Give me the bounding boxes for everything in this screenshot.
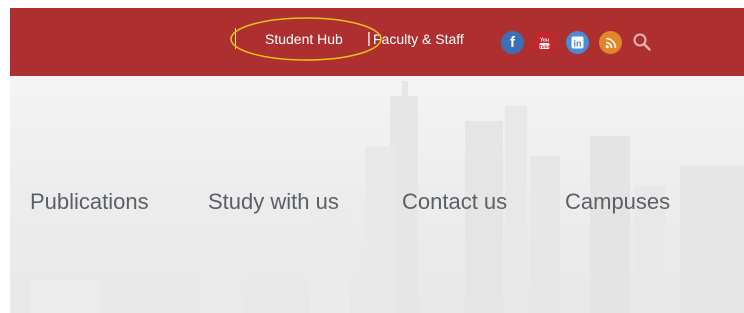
nav-contact-us[interactable]: Contact us xyxy=(402,189,507,215)
search-icon[interactable] xyxy=(631,31,653,53)
svg-text:You: You xyxy=(540,37,549,43)
facebook-icon[interactable]: f xyxy=(501,31,524,54)
svg-text:Tube: Tube xyxy=(539,44,550,49)
nav-study-with-us[interactable]: Study with us xyxy=(208,189,339,215)
faculty-staff-link[interactable]: Faculty & Staff xyxy=(373,31,464,47)
youtube-icon[interactable]: You Tube xyxy=(533,31,556,54)
utility-bar: Student Hub | Faculty & Staff f You Tube… xyxy=(10,8,744,76)
rss-icon[interactable] xyxy=(599,31,622,54)
text-cursor xyxy=(235,28,236,49)
student-hub-link[interactable]: Student Hub xyxy=(265,31,343,47)
svg-text:in: in xyxy=(574,39,582,49)
link-separator: | xyxy=(367,30,371,47)
linkedin-icon[interactable]: in xyxy=(566,31,589,54)
page-frame: Student Hub | Faculty & Staff f You Tube… xyxy=(10,8,744,313)
nav-campuses[interactable]: Campuses xyxy=(565,189,670,215)
nav-publications[interactable]: Publications xyxy=(30,189,149,215)
